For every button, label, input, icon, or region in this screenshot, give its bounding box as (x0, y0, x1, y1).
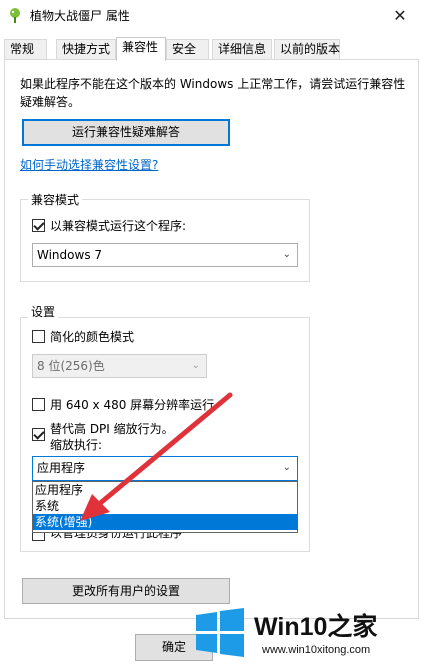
run-troubleshooter-button[interactable]: 运行兼容性疑难解答 (22, 119, 230, 146)
watermark-url: www.win10xitong.com (262, 644, 371, 656)
admin-row: 以管理员身份运行此程序 (32, 532, 212, 541)
tab-previous-versions[interactable]: 以前的版本 (274, 39, 340, 60)
watermark-brand: Win10之家 (254, 613, 378, 641)
compat-mode-select[interactable]: Windows 7 ⌄ (32, 243, 298, 267)
close-icon: ✕ (393, 5, 407, 25)
dpi-override-label: 替代高 DPI 缩放行为。 (50, 422, 174, 436)
manual-settings-link[interactable]: 如何手动选择兼容性设置? (20, 156, 158, 173)
title-bar: 植物大战僵尸 属性 ✕ (0, 0, 423, 30)
chevron-down-icon: ⌄ (282, 462, 291, 473)
color-depth-selected: 8 位(256)色 (37, 359, 105, 373)
watermark: Win10之家 www.win10xitong.com (190, 597, 423, 671)
compat-mode-group-label: 兼容模式 (28, 191, 83, 208)
scaling-label: 缩放执行: (50, 438, 103, 452)
reduced-color-checkbox[interactable] (32, 330, 45, 343)
compat-mode-group (20, 199, 310, 282)
chevron-down-icon: ⌄ (191, 360, 200, 371)
compat-mode-selected: Windows 7 (37, 248, 103, 262)
tab-details[interactable]: 详细信息 (212, 39, 272, 60)
tab-strip: 常规 快捷方式 兼容性 安全 详细信息 以前的版本 (4, 37, 419, 61)
admin-checkbox[interactable] (32, 532, 45, 541)
reduced-color-label: 简化的颜色模式 (50, 330, 135, 344)
scaling-select[interactable]: 应用程序 ⌄ (32, 456, 298, 481)
tab-general[interactable]: 常规 (4, 39, 47, 60)
resolution-label: 用 640 x 480 屏幕分辨率运行 (50, 398, 215, 412)
scaling-option-application[interactable]: 应用程序 (33, 482, 297, 498)
windows-logo-icon (196, 608, 244, 657)
dpi-override-checkbox[interactable] (32, 428, 45, 441)
admin-label: 以管理员身份运行此程序 (50, 532, 183, 540)
scaling-dropdown-list: 应用程序 系统 系统(增强) (32, 481, 298, 533)
scaling-option-system[interactable]: 系统 (33, 498, 297, 514)
close-button[interactable]: ✕ (377, 0, 423, 30)
tab-compatibility[interactable]: 兼容性 (116, 37, 166, 61)
app-icon (10, 8, 20, 23)
intro-text: 如果此程序不能在这个版本的 Windows 上正常工作，请尝试运行兼容性疑难解答… (20, 77, 406, 109)
resolution-checkbox[interactable] (32, 398, 45, 411)
scaling-option-system-enhanced[interactable]: 系统(增强) (33, 514, 297, 530)
compat-mode-checkbox[interactable] (32, 219, 45, 232)
compat-mode-checkbox-label: 以兼容模式运行这个程序: (50, 219, 187, 233)
settings-group-label: 设置 (28, 303, 59, 320)
tab-shortcut[interactable]: 快捷方式 (56, 39, 116, 60)
chevron-down-icon: ⌄ (282, 249, 291, 260)
scaling-selected: 应用程序 (37, 461, 86, 475)
tab-security[interactable]: 安全 (166, 39, 209, 60)
color-depth-select[interactable]: 8 位(256)色 ⌄ (32, 354, 207, 378)
window-title: 植物大战僵尸 属性 (30, 9, 130, 23)
